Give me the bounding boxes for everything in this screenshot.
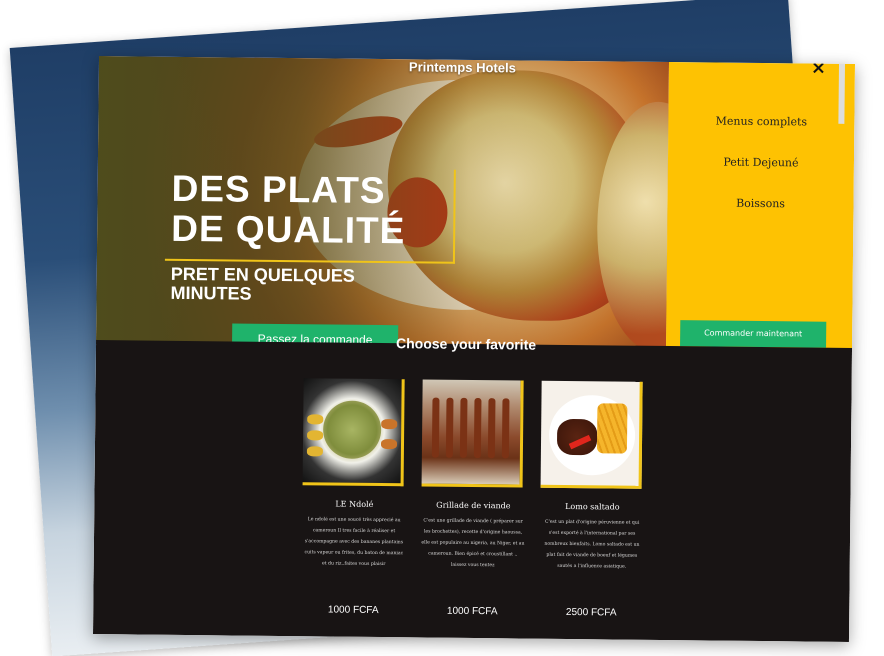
dish-price: 1000 FCFA — [327, 604, 379, 617]
dish-image — [540, 380, 643, 489]
subhead-line: MINUTES — [170, 282, 252, 304]
plantain — [307, 430, 324, 441]
hero-headline: DES PLATS DE QUALITÉ — [171, 167, 406, 252]
dish-card[interactable]: Lomo saltado C'est un plat d'origine pér… — [540, 380, 652, 619]
sidebar-item-petit-dejeune[interactable]: Petit Dejeuné — [668, 155, 854, 170]
sidebar-item-boissons[interactable]: Boissons — [667, 196, 853, 211]
dish-description: C'est une grillade de viande ( préparer … — [421, 518, 525, 569]
hero-banner: Printemps Hotels DES PLATS DE QUALITÉ PR… — [96, 56, 670, 351]
dish-description: Le ndolé est une soucé très apprecié au … — [304, 517, 404, 568]
saltado-fries — [596, 403, 628, 454]
plantain — [380, 439, 398, 450]
close-icon[interactable]: × — [811, 58, 826, 79]
order-now-button[interactable]: Commander maintenant — [680, 320, 827, 348]
website-screenshot-frame: Printemps Hotels DES PLATS DE QUALITÉ PR… — [92, 56, 856, 642]
dish-card[interactable]: Grillade de viande C'est une grillade de… — [421, 379, 533, 617]
dish-card[interactable]: LE Ndolé Le ndolé est une soucé très app… — [302, 378, 414, 616]
headline-line: DES PLATS — [171, 167, 386, 212]
plantain — [381, 419, 398, 430]
menu-sidebar: Menus complets Petit Dejeuné Boissons Co… — [665, 62, 856, 352]
headline-line: DE QUALITÉ — [171, 207, 406, 252]
plantain — [306, 446, 323, 457]
plantain — [307, 414, 324, 425]
dish-price: 2500 FCFA — [565, 606, 617, 619]
skewer — [459, 397, 468, 458]
dish-image — [421, 379, 524, 488]
dish-price: 1000 FCFA — [446, 605, 498, 618]
skewer — [487, 398, 496, 459]
saltado-meat — [556, 418, 598, 456]
dish-name: Grillade de viande — [436, 500, 511, 511]
ndole-bowl — [322, 400, 382, 460]
brand-name[interactable]: Printemps Hotels — [409, 59, 516, 75]
dish-name: Lomo saltado — [565, 501, 620, 512]
skewer — [501, 398, 510, 459]
dish-description: C'est un plat d'origine péruvienne et qu… — [544, 519, 640, 570]
favorites-section: Choose your favorite LE Ndolé Le ndolé e… — [92, 335, 853, 642]
skewer — [473, 398, 482, 459]
hero-subheadline: PRET EN QUELQUES MINUTES — [170, 264, 354, 305]
section-title: Choose your favorite — [395, 335, 537, 353]
skewer — [445, 397, 454, 458]
dish-name: LE Ndolé — [335, 499, 374, 509]
dish-image — [302, 378, 405, 487]
sidebar-item-menus-complets[interactable]: Menus complets — [668, 114, 854, 129]
skewer — [431, 397, 440, 458]
scrollbar[interactable] — [838, 63, 846, 124]
